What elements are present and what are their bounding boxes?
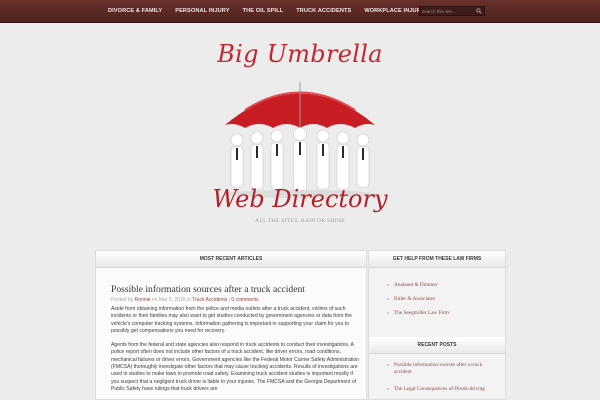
bullet-icon bbox=[387, 298, 389, 300]
post-meta: Posted by Ronnie on Mar 6, 2016 in Truck… bbox=[111, 297, 259, 303]
law-firms-heading: GET HELP FROM THESE LAW FIRMS bbox=[369, 251, 505, 268]
nav-workplace-injury[interactable]: WORKPLACE INJURY bbox=[364, 8, 424, 14]
meta-category-link[interactable]: Truck Accidents bbox=[192, 297, 227, 303]
recent-articles-section: MOST RECENT ARTICLES Possible informatio… bbox=[95, 250, 367, 400]
search-icon[interactable] bbox=[476, 8, 482, 14]
nav-personal-injury[interactable]: PERSONAL INJURY bbox=[175, 8, 229, 14]
meta-comments-link[interactable]: 0 comments bbox=[231, 297, 258, 303]
nav-divorce-family[interactable]: DIVORCE & FAMILY bbox=[108, 8, 162, 14]
law-firm-link[interactable]: The Seegmiller Law Firm bbox=[369, 310, 505, 317]
post-excerpt: Aside from obtaining information from th… bbox=[111, 306, 361, 400]
logo-title-bottom: Web Directory bbox=[212, 185, 388, 213]
search-input[interactable] bbox=[422, 7, 474, 15]
nav-oil-spill[interactable]: THE OIL SPILL bbox=[243, 8, 284, 14]
law-firm-link[interactable]: Bitler & Associates bbox=[369, 296, 505, 303]
bullet-icon bbox=[387, 312, 389, 314]
bullet-icon bbox=[387, 284, 389, 286]
post-paragraph: Agents from the federal and state agenci… bbox=[111, 342, 359, 392]
top-navigation-bar: DIVORCE & FAMILY PERSONAL INJURY THE OIL… bbox=[0, 0, 600, 23]
law-firm-link[interactable]: Anaband & Dimmer bbox=[369, 282, 505, 289]
recent-post-link[interactable]: Possible information sources after a tru… bbox=[369, 362, 505, 376]
site-logo[interactable]: Big Umbrella Web Directory bbox=[210, 40, 390, 220]
meta-separator: | bbox=[228, 297, 230, 303]
nav-truck-accidents[interactable]: TRUCK ACCIDENTS bbox=[296, 8, 351, 14]
recent-posts-list: Possible information sources after a tru… bbox=[369, 362, 505, 393]
post-paragraph: Aside from obtaining information from th… bbox=[111, 306, 352, 334]
meta-author-link[interactable]: Ronnie bbox=[135, 297, 151, 303]
bullet-icon bbox=[387, 388, 389, 390]
logo-title-top: Big Umbrella bbox=[217, 40, 383, 68]
post-title-link[interactable]: Possible information sources after a tru… bbox=[111, 284, 305, 295]
bullet-icon bbox=[387, 364, 389, 366]
recent-post-link[interactable]: The Legal Consequences of Drunk-driving bbox=[369, 386, 505, 393]
law-firms-list: Anaband & Dimmer Bitler & Associates The… bbox=[369, 282, 505, 317]
recent-posts-heading: RECENT POSTS bbox=[369, 337, 505, 354]
site-tagline: ALL THE SITES, RAIN OR SHINE bbox=[255, 218, 345, 224]
meta-date: on Mar 6, 2016 in bbox=[151, 297, 191, 303]
meta-posted-by: Posted by bbox=[111, 297, 134, 303]
section-heading: MOST RECENT ARTICLES bbox=[96, 251, 366, 268]
search-box bbox=[419, 6, 485, 16]
main-nav: DIVORCE & FAMILY PERSONAL INJURY THE OIL… bbox=[108, 0, 437, 22]
sidebar: GET HELP FROM THESE LAW FIRMS Anaband & … bbox=[368, 250, 506, 400]
